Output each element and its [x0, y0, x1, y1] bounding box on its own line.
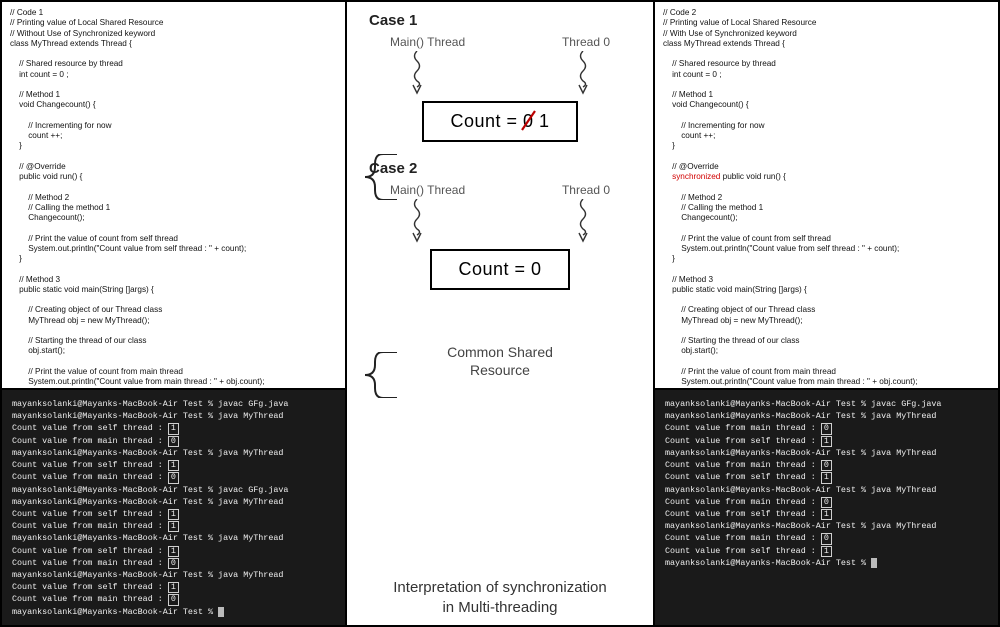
- code-2-block: // Code 2 // Printing value of Local Sha…: [655, 2, 998, 390]
- count-box-case2: Count = 0: [430, 249, 569, 290]
- thread0-label: Thread 0: [562, 183, 610, 197]
- count-eq-text: Count =: [450, 111, 523, 131]
- interpretation-caption: Interpretation of synchronizationin Mult…: [393, 578, 606, 617]
- common-shared-resource-label: Common SharedResource: [447, 344, 553, 379]
- main-thread-label: Main() Thread: [390, 35, 465, 49]
- synchronized-keyword: synchronized: [672, 172, 720, 181]
- left-column: // Code 1 // Printing value of Local Sha…: [2, 2, 347, 625]
- diagram-frame: // Code 1 // Printing value of Local Sha…: [0, 0, 1000, 627]
- count-one: 1: [534, 111, 550, 131]
- bracket-case1-icon: [355, 154, 397, 200]
- thread0-label: Thread 0: [562, 35, 610, 49]
- case2-thread-labels: Main() Thread Thread 0: [390, 183, 610, 197]
- middle-column: Case 1 Main() Thread Thread 0 Count = 0 …: [347, 2, 653, 625]
- wavy-arrow-icon: [410, 199, 424, 245]
- main-thread-label: Main() Thread: [390, 183, 465, 197]
- struck-zero: 0: [523, 111, 534, 132]
- count-box-case1: Count = 0 1: [422, 101, 577, 142]
- wavy-arrow-icon: [410, 51, 424, 97]
- case2-arrows: [410, 199, 590, 245]
- terminal-left: mayanksolanki@Mayanks-MacBook-Air Test %…: [2, 390, 345, 625]
- code-1-block: // Code 1 // Printing value of Local Sha…: [2, 2, 345, 390]
- case-1-label: Case 1: [369, 12, 417, 29]
- terminal-right: mayanksolanki@Mayanks-MacBook-Air Test %…: [655, 390, 998, 625]
- case1-arrows: [410, 51, 590, 97]
- wavy-arrow-icon: [576, 199, 590, 245]
- case1-thread-labels: Main() Thread Thread 0: [390, 35, 610, 49]
- right-column: // Code 2 // Printing value of Local Sha…: [653, 2, 998, 625]
- wavy-arrow-icon: [576, 51, 590, 97]
- bracket-case2-icon: [355, 352, 397, 398]
